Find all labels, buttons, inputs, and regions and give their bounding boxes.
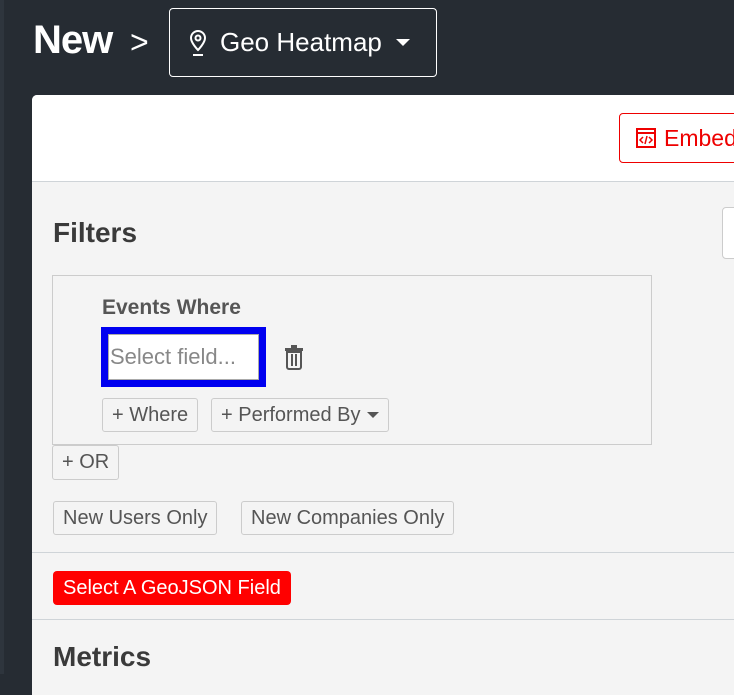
- divider: [32, 619, 734, 620]
- chevron-down-icon: [366, 412, 379, 418]
- performed-by-button[interactable]: + Performed By: [211, 398, 389, 432]
- filter-group: Events Where Select field... + Where + P…: [52, 275, 652, 445]
- chevron-down-icon: [395, 39, 410, 46]
- trash-icon[interactable]: [283, 344, 305, 370]
- performed-by-label: + Performed By: [221, 403, 361, 426]
- add-or-button[interactable]: + OR: [52, 445, 120, 480]
- card-header: Embed: [32, 95, 734, 182]
- breadcrumb-separator: >: [130, 24, 149, 60]
- embed-code-icon: [636, 128, 656, 148]
- embed-label: Embed: [664, 124, 734, 151]
- group-label: Events Where: [102, 296, 241, 319]
- divider: [32, 552, 734, 553]
- field-select[interactable]: Select field...: [101, 327, 266, 387]
- filters-title: Filters: [53, 217, 138, 248]
- add-where-button[interactable]: + Where: [102, 398, 199, 432]
- chart-type-label: Geo Heatmap: [220, 27, 382, 57]
- new-users-only-button[interactable]: New Users Only: [53, 501, 218, 535]
- editor-card: Embed Filters Events Where Select field.…: [32, 95, 734, 695]
- side-button[interactable]: [722, 207, 734, 259]
- chart-type-dropdown[interactable]: Geo Heatmap: [169, 8, 437, 77]
- embed-button[interactable]: Embed: [619, 113, 734, 163]
- left-edge: [0, 0, 4, 674]
- map-pin-icon: [189, 29, 207, 56]
- metrics-title: Metrics: [53, 641, 152, 672]
- breadcrumb-root[interactable]: New: [33, 18, 113, 63]
- new-companies-only-button[interactable]: New Companies Only: [241, 501, 455, 535]
- geojson-warning-button[interactable]: Select A GeoJSON Field: [53, 571, 291, 605]
